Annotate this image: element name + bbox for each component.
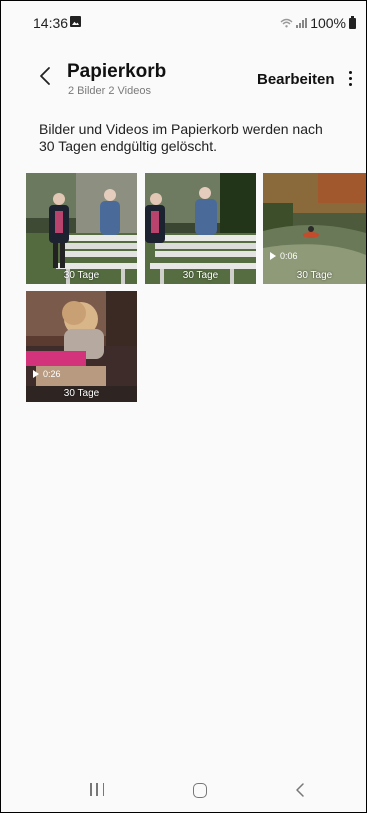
home-icon[interactable] <box>193 783 207 798</box>
gallery-notification-icon <box>70 16 81 27</box>
video-duration: 0:26 <box>33 369 61 379</box>
system-navigation-bar <box>1 771 366 811</box>
signal-icon <box>296 18 308 28</box>
remaining-days-label: 30 Tage <box>296 270 333 281</box>
app-header: Papierkorb 2 Bilder 2 Videos Bearbeiten <box>1 53 366 103</box>
trash-item-1[interactable]: 30 Tage <box>26 173 137 284</box>
page-title: Papierkorb <box>67 61 167 82</box>
trash-item-4[interactable]: 0:26 30 Tage <box>26 291 137 402</box>
wifi-icon <box>280 18 293 28</box>
thumbnail-image <box>145 173 256 284</box>
status-right: 100% <box>280 15 356 31</box>
remaining-days-label: 30 Tage <box>63 270 100 281</box>
play-icon <box>33 370 39 378</box>
play-icon <box>270 252 276 260</box>
thumbnail-image <box>26 173 137 284</box>
thumbnail-video <box>263 173 366 284</box>
remaining-days-label: 30 Tage <box>182 270 219 281</box>
video-duration-label: 0:06 <box>280 251 298 261</box>
thumbnail-video <box>26 291 137 402</box>
edit-button[interactable]: Bearbeiten <box>257 71 335 88</box>
status-bar: 14:36 100% <box>1 1 366 43</box>
battery-percent: 100% <box>310 15 346 31</box>
back-icon[interactable] <box>294 782 308 798</box>
more-options-icon[interactable] <box>345 69 355 89</box>
trash-info-text: Bilder und Videos im Papierkorb werden n… <box>39 121 323 154</box>
recent-apps-icon[interactable] <box>90 783 104 797</box>
video-duration: 0:06 <box>270 251 298 261</box>
video-duration-label: 0:26 <box>43 369 61 379</box>
battery-icon <box>349 15 356 29</box>
back-arrow-icon[interactable] <box>35 65 57 87</box>
page-subtitle: 2 Bilder 2 Videos <box>68 85 151 97</box>
status-time: 14:36 <box>33 15 69 31</box>
screen: 14:36 100% Papierkorb 2 Bilder 2 Videos … <box>0 0 367 813</box>
remaining-days-label: 30 Tage <box>63 388 100 399</box>
trash-item-2[interactable]: 30 Tage <box>145 173 256 284</box>
trash-item-3[interactable]: 0:06 30 Tage <box>263 173 366 284</box>
